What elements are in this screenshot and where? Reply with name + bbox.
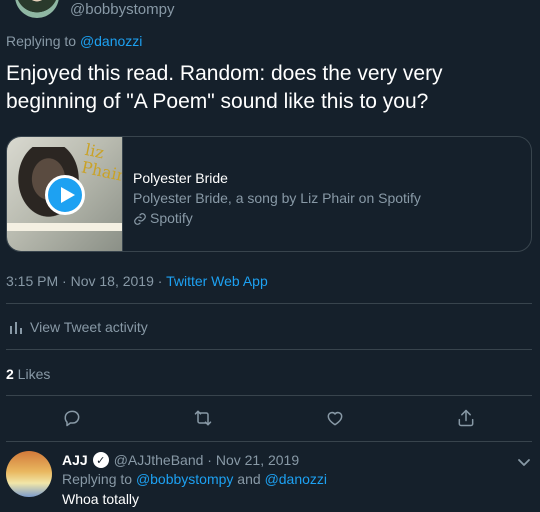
verified-badge-icon: ✓ [92, 452, 109, 468]
card-thumbnail[interactable]: liz Phair [7, 137, 123, 251]
card-title: Polyester Bride [133, 170, 228, 186]
album-art-band [7, 223, 122, 231]
tweet-timestamp[interactable]: 3:15 PM · Nov 18, 2019 · [6, 273, 166, 289]
author-handle[interactable]: @bobbystompy [70, 1, 174, 18]
reply-replying-user-2[interactable]: @danozzi [265, 471, 327, 487]
tweet-text: Enjoyed this read. Random: does the very… [6, 62, 443, 113]
replying-prefix: Replying to [6, 33, 80, 49]
view-tweet-activity-label: View Tweet activity [30, 319, 148, 335]
card-source-label: Spotify [150, 210, 193, 226]
divider [6, 395, 532, 396]
reply-button[interactable] [59, 405, 85, 431]
card-body[interactable]: Polyester Bride Polyester Bride, a song … [133, 169, 523, 228]
play-icon[interactable] [45, 175, 85, 215]
author-avatar[interactable] [15, 0, 59, 18]
replying-to-link[interactable]: @danozzi [80, 33, 142, 49]
reply-text: Whoa totally [62, 491, 140, 507]
tweet-meta: 3:15 PM · Nov 18, 2019 · Twitter Web App [6, 273, 268, 289]
link-card[interactable]: liz Phair Polyester Bride Polyester Brid… [6, 136, 532, 252]
link-icon [134, 212, 146, 225]
reply-replying-and: and [233, 471, 265, 487]
like-icon [327, 411, 343, 426]
reply-icon [64, 410, 80, 427]
card-description: Polyester Bride, a song by Liz Phair on … [133, 190, 421, 206]
reply-avatar[interactable] [6, 451, 52, 497]
analytics-icon [10, 322, 22, 334]
view-tweet-activity[interactable]: View Tweet activity [10, 319, 148, 335]
chevron-down-icon[interactable] [516, 454, 532, 470]
likes-label: Likes [13, 366, 51, 382]
likes-number: 2 [6, 366, 14, 382]
tweet-source-app[interactable]: Twitter Web App [166, 273, 268, 289]
replying-to-line: Replying to @danozzi [6, 33, 142, 49]
share-button[interactable] [453, 405, 479, 431]
reply-author-name[interactable]: AJJ [62, 452, 88, 468]
like-button[interactable] [322, 405, 348, 431]
card-source: Spotify [133, 209, 523, 228]
reply-header: AJJ ✓ @AJJtheBand · Nov 21, 2019 [62, 452, 299, 468]
tweet-actions [0, 405, 540, 431]
retweet-icon [194, 410, 212, 426]
divider [6, 349, 532, 350]
reply-handle-date[interactable]: @AJJtheBand · Nov 21, 2019 [114, 452, 299, 468]
reply-replying-prefix: Replying to [62, 471, 136, 487]
likes-count[interactable]: 2 Likes [6, 366, 50, 382]
reply-replying-user-1[interactable]: @bobbystompy [136, 471, 233, 487]
retweet-button[interactable] [190, 405, 216, 431]
divider [6, 441, 532, 442]
reply-replying-to: Replying to @bobbystompy and @danozzi [62, 471, 327, 487]
divider [6, 303, 532, 304]
share-icon [458, 409, 474, 427]
